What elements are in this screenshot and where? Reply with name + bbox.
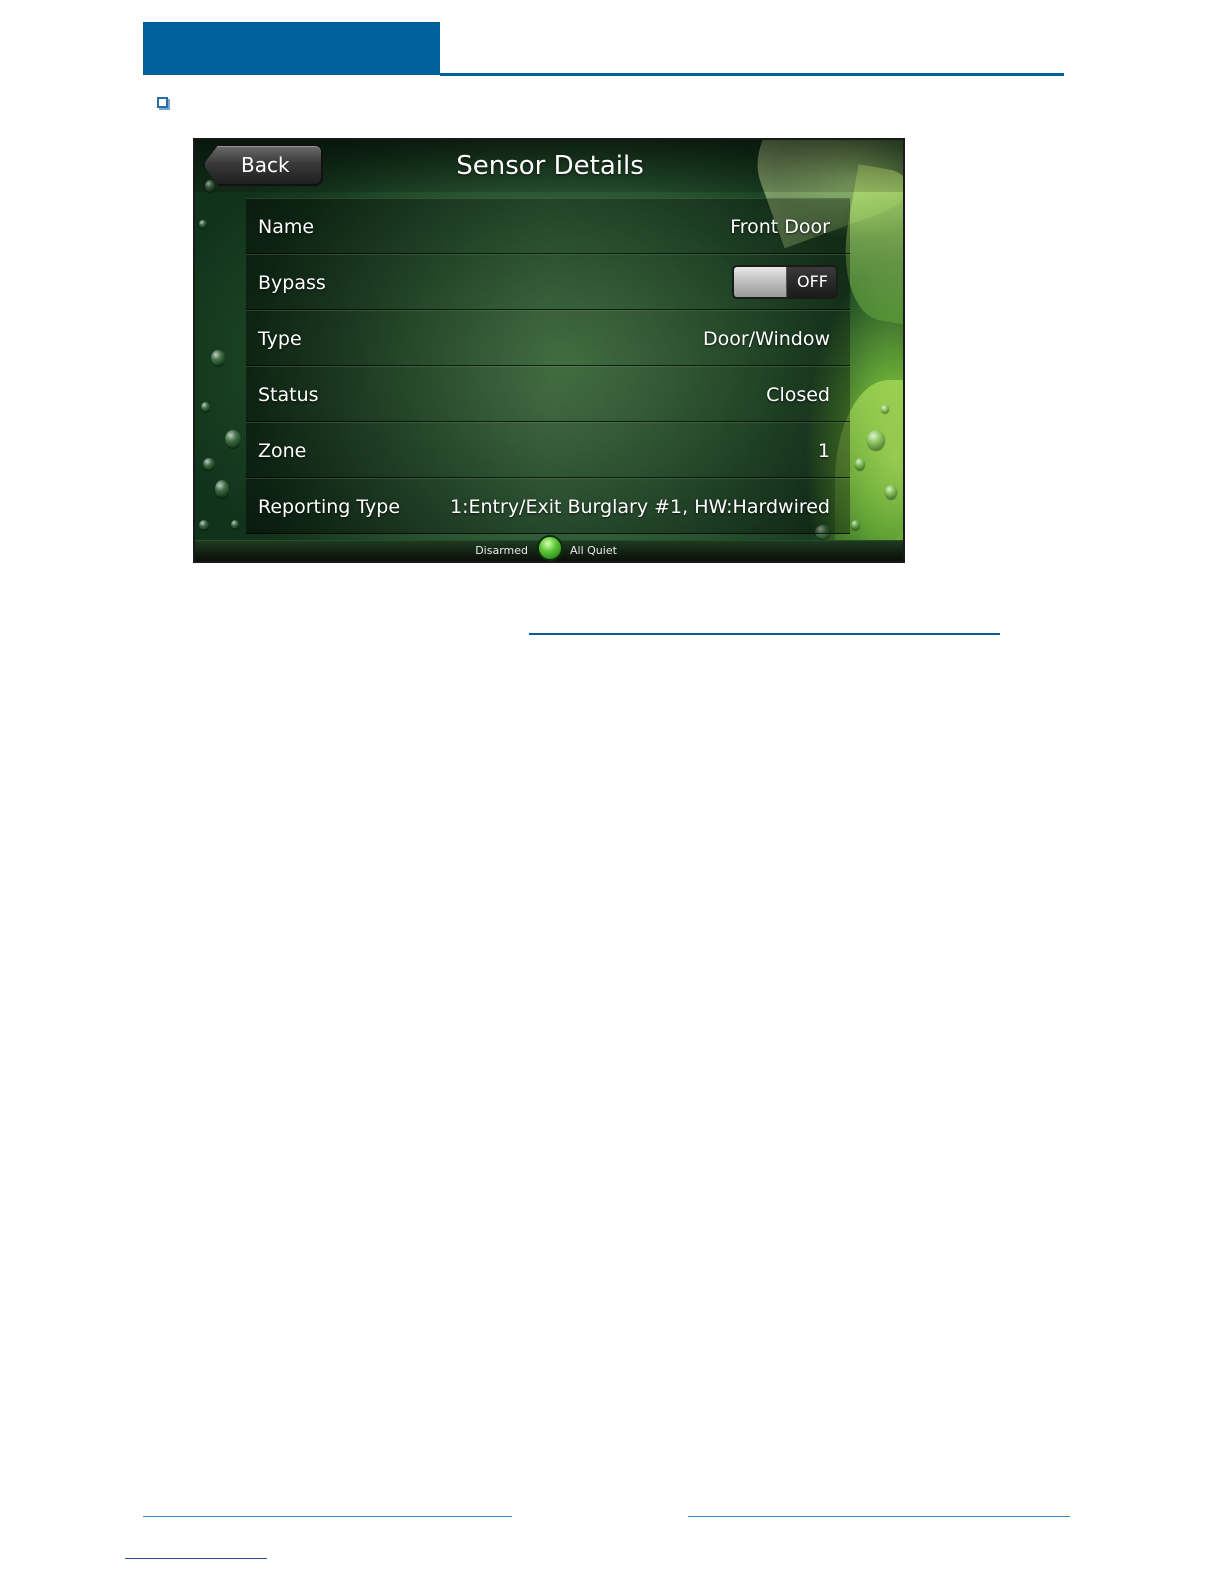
row-label: Reporting Type [258,496,401,518]
water-drop [211,350,225,366]
header-rule [440,73,1064,76]
footnote-rule [125,1558,267,1559]
footer-rule [143,1516,512,1517]
status-bar: Disarmed All Quiet [195,535,903,561]
arm-state-label: Disarmed [475,544,528,557]
row-label: Status [258,384,319,406]
checkbox-bullet-icon [157,97,168,108]
detail-row-bypass: Bypass OFF [246,254,850,310]
row-label: Name [258,216,315,238]
detail-row-name[interactable]: Name Front Door [246,198,850,254]
water-drop [203,458,215,470]
sensor-details-list: Name Front Door Bypass OFF Type Door/Win… [246,198,850,538]
row-value: 1:Entry/Exit Burglary #1, HW:Hardwired [450,496,830,518]
water-drop [199,220,207,228]
water-drop [215,480,229,498]
water-drop [855,458,865,470]
title-bar: Back Sensor Details [195,140,903,192]
system-status-icon[interactable] [537,535,563,561]
back-button[interactable]: Back [203,144,323,186]
row-label: Type [258,328,302,350]
section-rule [529,633,1000,635]
water-drop [201,402,210,412]
row-value: Door/Window [702,328,830,350]
header-block [143,22,440,75]
toggle-state: OFF [797,272,828,291]
bypass-toggle[interactable]: OFF [732,265,838,299]
footer-rule [688,1516,1070,1517]
water-drop [231,520,239,529]
water-drop [867,430,885,450]
detail-row-reporting-type[interactable]: Reporting Type 1:Entry/Exit Burglary #1,… [246,478,850,534]
toggle-knob [734,267,787,297]
condition-label: All Quiet [570,544,617,557]
screen-title: Sensor Details [456,151,644,181]
water-drop [885,485,897,499]
water-drop [851,520,860,530]
sensor-details-screen: Back Sensor Details Name Front Door Bypa… [193,138,905,563]
row-value: 1 [817,440,830,462]
detail-row-status[interactable]: Status Closed [246,366,850,422]
water-drop [225,430,241,448]
row-label: Bypass [258,272,326,294]
row-value: Closed [766,384,830,406]
row-label: Zone [258,440,307,462]
water-drop [199,520,209,530]
row-value: Front Door [730,216,830,238]
detail-row-zone[interactable]: Zone 1 [246,422,850,478]
water-drop [881,405,889,413]
detail-row-type[interactable]: Type Door/Window [246,310,850,366]
